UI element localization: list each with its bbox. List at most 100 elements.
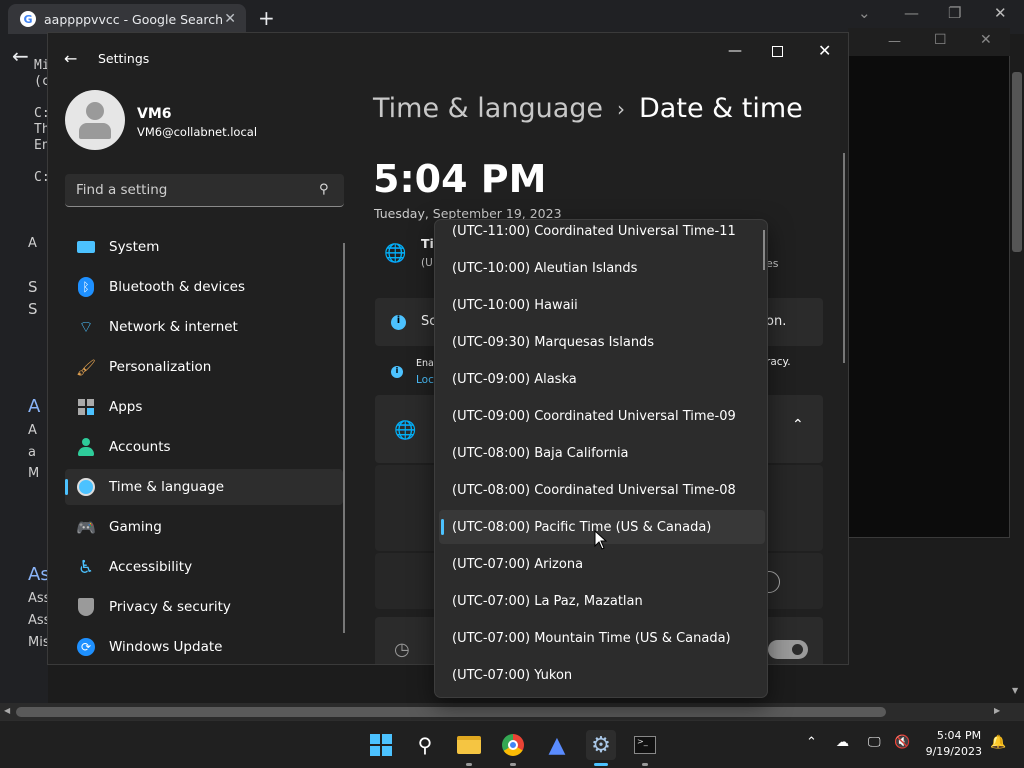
file-explorer-icon[interactable]	[454, 730, 484, 766]
terminal-icon[interactable]: >_	[630, 730, 660, 766]
browser-close-button[interactable]: ✕	[994, 4, 1007, 22]
sidebar-item-bluetooth[interactable]: ᛒ Bluetooth & devices	[65, 269, 343, 305]
search-input[interactable]: Find a setting ⚲	[65, 174, 344, 207]
sync-info-text-end: on.	[766, 314, 787, 329]
browser-tab[interactable]: G aappppvvcc - Google Search ✕	[8, 4, 246, 34]
taskbar: ⚲ ▲ ⚙ >_ ⌃ ☁ 🖵 🔇 5:04 PM 9/19/2023 🔔	[0, 720, 1024, 768]
page-fragment: A	[28, 396, 41, 417]
page-title: Date & time	[639, 93, 803, 124]
cloud-icon[interactable]: ☁	[836, 735, 849, 750]
globe-clock-icon: 🌐	[384, 243, 407, 264]
page-scrollbar[interactable]	[1012, 72, 1022, 252]
account-icon	[75, 436, 97, 458]
globe-clock-icon: 🌐	[394, 420, 417, 441]
sidebar-item-system[interactable]: System	[65, 229, 343, 265]
sidebar-item-gaming[interactable]: 🎮 Gaming	[65, 509, 343, 545]
terminal-minimize-button[interactable]: —	[888, 34, 901, 49]
timezone-option[interactable]: (UTC-07:00) Yukon	[439, 658, 765, 692]
terminal-maximize-button[interactable]: ☐	[934, 32, 947, 48]
content-scrollbar[interactable]	[843, 153, 845, 363]
timezone-option[interactable]: (UTC-11:00) Coordinated Universal Time-1…	[439, 220, 765, 248]
dropdown-scrollbar[interactable]	[763, 230, 765, 270]
new-tab-button[interactable]: +	[258, 6, 275, 30]
scroll-down-arrow-icon[interactable]: ▼	[1012, 686, 1018, 695]
app-icon[interactable]: ▲	[542, 730, 572, 760]
browser-back-button[interactable]: ←	[12, 44, 29, 68]
show-hidden-icons-icon[interactable]: ⌃	[806, 735, 817, 750]
scroll-left-arrow-icon[interactable]: ◀	[4, 706, 10, 715]
mouse-cursor-icon	[594, 530, 608, 550]
horizontal-scrollbar-thumb[interactable]	[16, 707, 886, 717]
timezone-option[interactable]: (UTC-07:00) Arizona	[439, 547, 765, 581]
sidebar-item-label: Personalization	[109, 359, 212, 375]
minimize-button[interactable]: —	[728, 43, 742, 59]
sidebar-item-accessibility[interactable]: ♿ Accessibility	[65, 549, 343, 585]
close-tab-icon[interactable]: ✕	[224, 11, 236, 27]
timezone-option[interactable]: (UTC-09:00) Coordinated Universal Time-0…	[439, 399, 765, 433]
search-placeholder: Find a setting	[76, 182, 168, 198]
network-icon[interactable]: 🖵	[868, 735, 881, 750]
sidebar-item-windows-update[interactable]: ⟳ Windows Update	[65, 629, 343, 664]
info-icon: i	[391, 366, 403, 378]
settings-icon[interactable]: ⚙	[586, 730, 616, 766]
sidebar-item-apps[interactable]: Apps	[65, 389, 343, 425]
location-info-text-end: racy.	[766, 356, 791, 368]
system-icon	[75, 236, 97, 258]
google-icon: G	[20, 11, 36, 27]
browser-tab-title: aappppvvcc - Google Search	[44, 11, 224, 27]
location-settings-link[interactable]: Loc	[416, 374, 434, 386]
sidebar-scrollbar[interactable]	[343, 243, 345, 633]
timezone-option[interactable]: (UTC-09:30) Marquesas Islands	[439, 325, 765, 359]
sidebar-item-network[interactable]: ⌔ Network & internet	[65, 309, 343, 345]
timezone-option[interactable]: (UTC-08:00) Coordinated Universal Time-0…	[439, 473, 765, 507]
timezone-option[interactable]: (UTC-09:00) Alaska	[439, 362, 765, 396]
timezone-option[interactable]: (UTC-07:00) Mountain Time (US & Canada)	[439, 621, 765, 655]
notification-bell-icon[interactable]: 🔔	[990, 735, 1006, 750]
chrome-icon[interactable]	[498, 730, 528, 766]
sidebar-item-personalization[interactable]: 🖌 Personalization	[65, 349, 343, 385]
toggle-switch[interactable]	[768, 640, 808, 659]
page-fragment: A	[28, 236, 37, 251]
page-fragment: S	[28, 300, 38, 318]
timezone-option[interactable]: (UTC-08:00) Baja California	[439, 436, 765, 470]
timezone-card-title: Ti	[421, 236, 434, 251]
avatar[interactable]	[65, 90, 125, 150]
browser-restore-button[interactable]: ❐	[948, 4, 961, 22]
sidebar-item-label: Accessibility	[109, 559, 193, 575]
browser-minimize-button[interactable]: —	[904, 4, 919, 22]
start-icon[interactable]	[366, 730, 396, 760]
location-info-text: Ena	[416, 358, 434, 369]
selected-indicator	[441, 519, 444, 535]
close-button[interactable]: ✕	[818, 41, 831, 60]
chevron-up-icon[interactable]: ⌃	[792, 417, 804, 433]
search-icon[interactable]: ⚲	[410, 730, 440, 760]
info-icon: i	[391, 315, 406, 330]
back-button[interactable]: ←	[64, 49, 77, 68]
clock-date[interactable]: 9/19/2023	[920, 745, 982, 758]
sidebar-item-label: Bluetooth & devices	[109, 279, 246, 295]
clock-icon: ◷	[394, 639, 410, 660]
update-icon: ⟳	[75, 636, 97, 658]
user-email: VM6@collabnet.local	[137, 125, 258, 139]
timezone-option[interactable]: (UTC-10:00) Aleutian Islands	[439, 251, 765, 285]
sidebar-item-privacy[interactable]: Privacy & security	[65, 589, 343, 625]
sidebar-item-label: Gaming	[109, 519, 162, 535]
sidebar-item-accounts[interactable]: Accounts	[65, 429, 343, 465]
clock-time[interactable]: 5:04 PM	[936, 729, 982, 742]
timezone-option[interactable]: (UTC-10:00) Hawaii	[439, 288, 765, 322]
window-title: Settings	[98, 51, 150, 66]
wifi-icon: ⌔	[78, 317, 94, 336]
timezone-option[interactable]: (UTC-07:00) La Paz, Mazatlan	[439, 584, 765, 618]
sidebar-item-time-language[interactable]: Time & language	[65, 469, 343, 505]
scroll-right-arrow-icon[interactable]: ▶	[994, 706, 1000, 715]
apps-icon	[75, 396, 97, 418]
current-time: 5:04 PM	[373, 157, 547, 201]
tab-search-icon[interactable]: ⌄	[858, 4, 871, 22]
sidebar-item-label: System	[109, 239, 160, 255]
terminal-close-button[interactable]: ✕	[980, 32, 992, 48]
volume-muted-icon[interactable]: 🔇	[894, 735, 910, 750]
breadcrumb-parent[interactable]: Time & language	[373, 93, 603, 124]
sidebar-item-label: Apps	[109, 399, 143, 415]
maximize-button[interactable]	[772, 46, 783, 57]
timezone-card-subtitle: (U	[421, 257, 433, 269]
